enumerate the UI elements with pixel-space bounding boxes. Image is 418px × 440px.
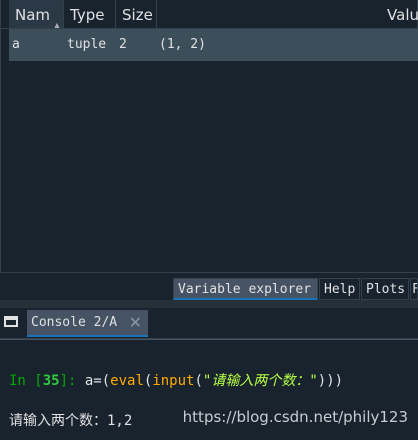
prompt-number: 35 [42, 373, 60, 389]
table-empty-area [9, 61, 418, 272]
variable-explorer-pane: Nam ▲ Type Size Valu a tuple 2 (1, 2) [0, 0, 418, 272]
table-row[interactable]: a tuple 2 (1, 2) [9, 29, 418, 61]
column-header-value[interactable]: Valu [157, 0, 418, 28]
cell-value: (1, 2) [159, 37, 206, 52]
code-eval: eval [110, 373, 144, 389]
tab-console[interactable]: Console 2/A ✕ [27, 310, 148, 337]
tab-help[interactable]: Help [319, 278, 360, 300]
code-string: "请输入两个数：" [202, 373, 318, 389]
pane-tab-bar: Variable explorer Help Plots F [0, 272, 418, 301]
code-close: ))) [317, 373, 344, 389]
watermark: https://blog.csdn.net/phily123 [182, 408, 408, 426]
console-tab-label: Console 2/A [31, 315, 118, 330]
cell-type: tuple [67, 37, 107, 52]
prompt-end: ]: [59, 373, 85, 389]
console-output-line: 请输入两个数：1,2 [9, 413, 133, 429]
close-icon[interactable]: ✕ [129, 313, 142, 333]
prompt-in: In [ [9, 373, 43, 389]
column-header-name[interactable]: Nam ▲ [9, 0, 64, 28]
console-input-line: In [35]: a=(eval(input("请输入两个数："))) [9, 370, 343, 390]
column-header-type[interactable]: Type [64, 0, 116, 28]
code-input: input [152, 373, 195, 389]
window-icon[interactable] [4, 316, 18, 327]
column-header-size[interactable]: Size [116, 0, 157, 28]
sort-ascending-icon: ▲ [53, 21, 60, 28]
tab-files[interactable]: F [410, 278, 418, 300]
console-tab-bar: Console 2/A ✕ [0, 308, 418, 339]
cell-size: 2 [119, 37, 127, 52]
pane-splitter[interactable] [0, 300, 418, 308]
table-header: Nam ▲ Type Size Valu [1, 0, 418, 29]
code-assign: a=( [84, 373, 111, 389]
tab-variable-explorer[interactable]: Variable explorer [173, 278, 318, 300]
tab-plots[interactable]: Plots [361, 278, 409, 300]
code-paren: ( [194, 373, 203, 389]
column-header-name-label: Nam [15, 6, 51, 24]
cell-name: a [12, 37, 20, 52]
